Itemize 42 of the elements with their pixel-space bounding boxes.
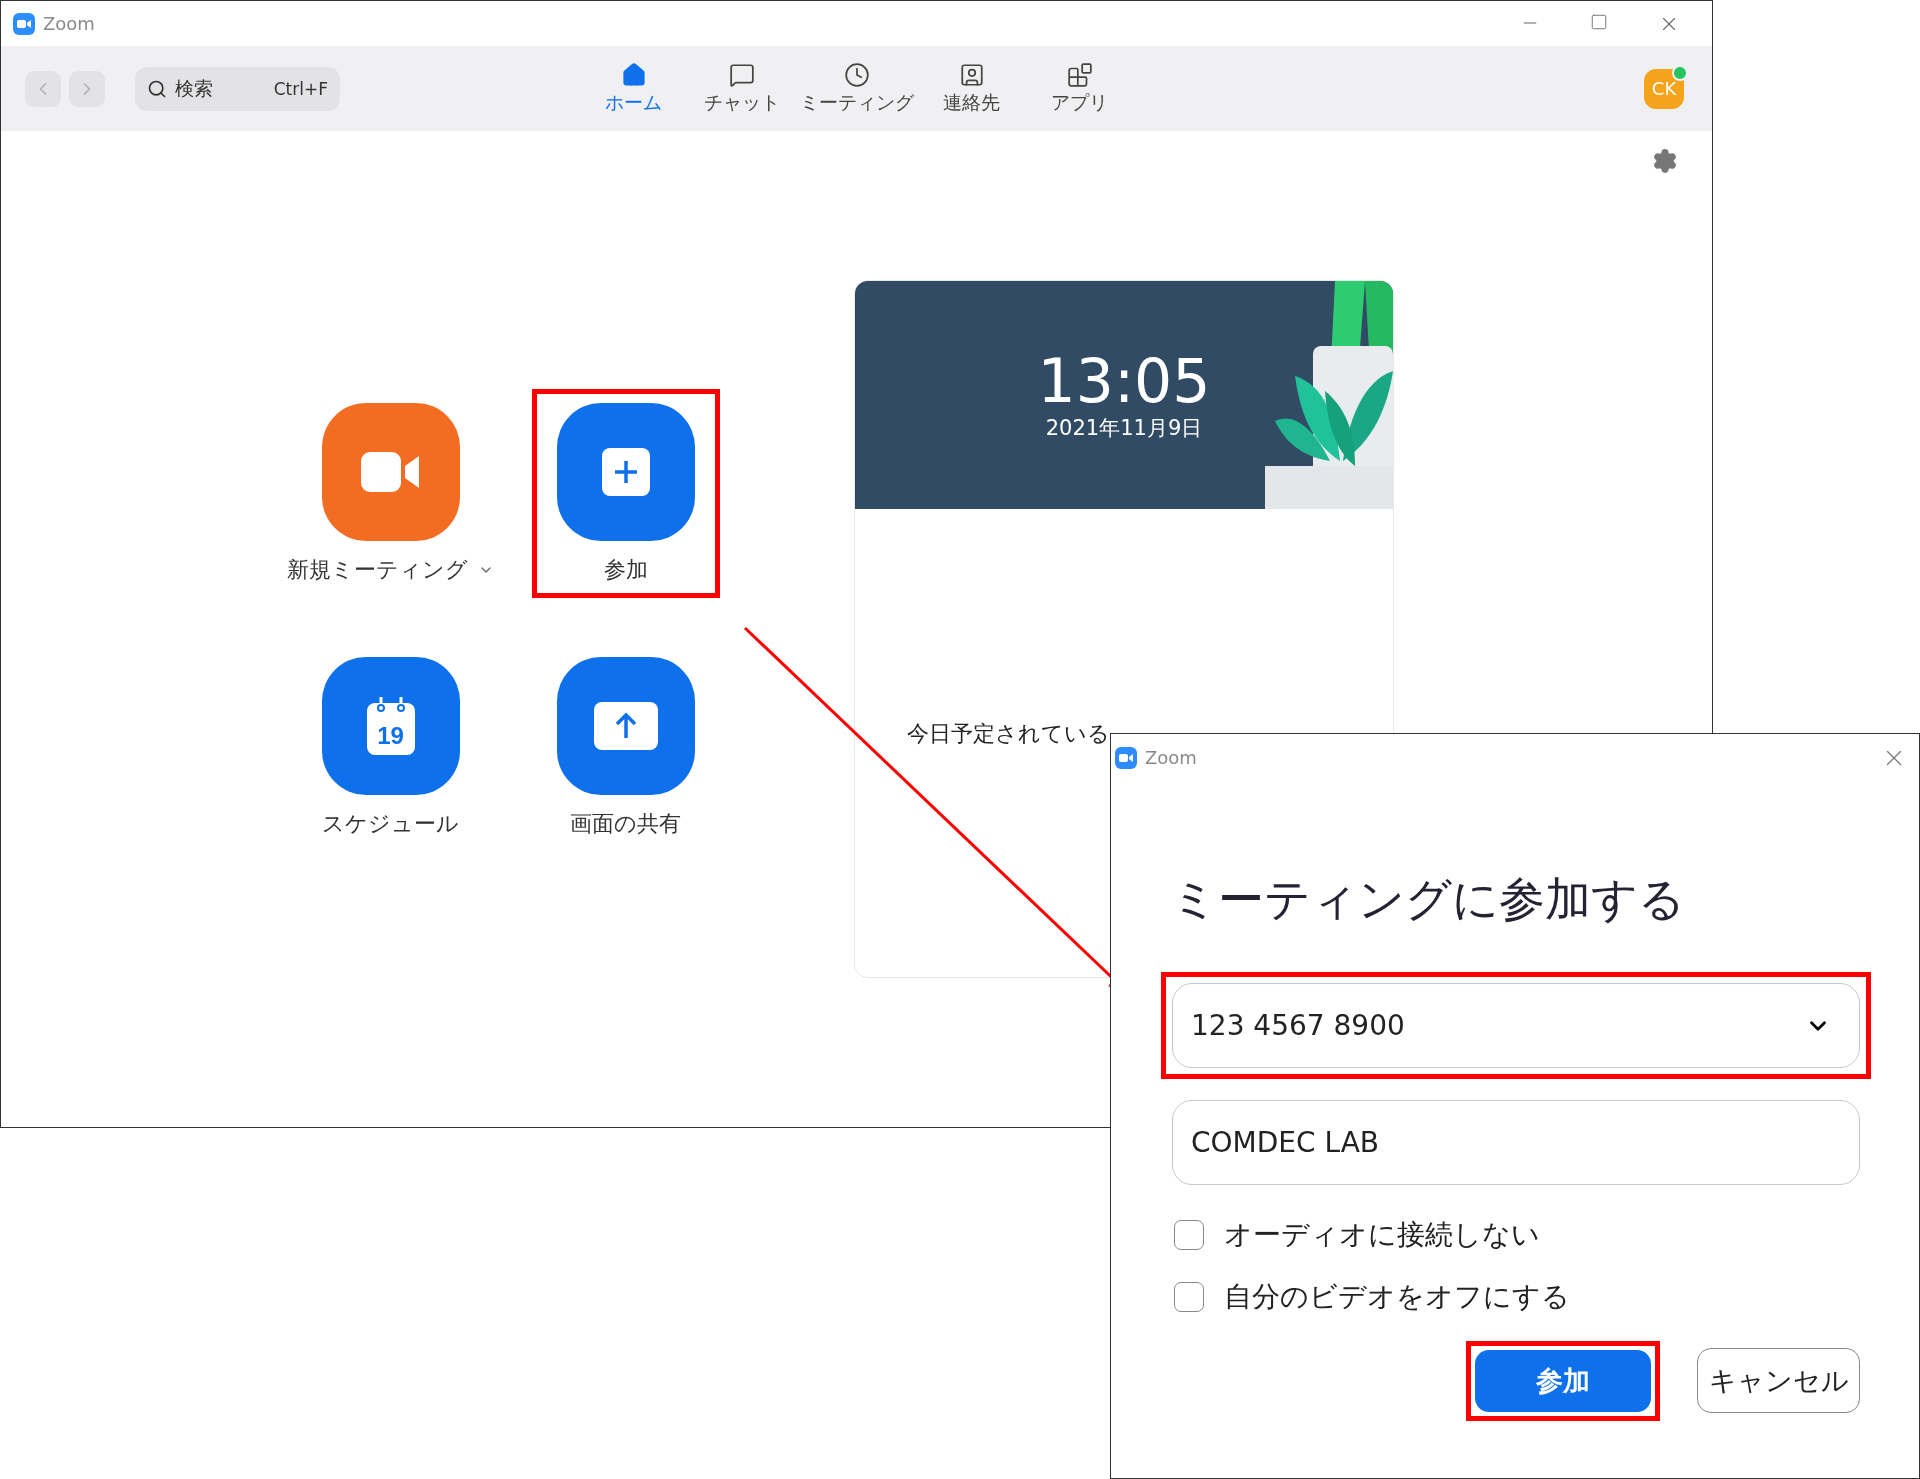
checkbox-label: オーディオに接続しない bbox=[1224, 1217, 1540, 1253]
apps-icon bbox=[1066, 61, 1093, 88]
clock-date: 2021年11月9日 bbox=[1045, 415, 1203, 442]
chat-icon bbox=[728, 61, 755, 88]
shortcut-hint: Ctrl+F bbox=[273, 78, 328, 99]
nav-tab[interactable]: チャット bbox=[691, 61, 792, 116]
join-button[interactable]: 参加 bbox=[1475, 1349, 1651, 1412]
checkbox[interactable] bbox=[1174, 1220, 1204, 1250]
checkbox-label: 自分のビデオをオフにする bbox=[1224, 1279, 1570, 1315]
search-icon bbox=[147, 78, 167, 99]
action-tile-button[interactable]: 19 bbox=[321, 657, 460, 795]
clock-icon bbox=[843, 61, 870, 88]
search-placeholder: 検索 bbox=[175, 75, 213, 101]
camera-logo-icon bbox=[13, 12, 35, 35]
action-label: 新規ミーティング bbox=[287, 556, 468, 584]
settings-icon[interactable] bbox=[1652, 148, 1678, 174]
nav-tab[interactable]: ミーティング bbox=[799, 61, 914, 116]
action-tile-button[interactable] bbox=[321, 403, 460, 541]
action-label: 画面の共有 bbox=[570, 810, 681, 838]
no-meetings-message: 今日予定されている bbox=[907, 720, 1111, 748]
dialog-title: Zoom bbox=[1145, 747, 1197, 768]
action-tile-button[interactable] bbox=[556, 403, 695, 541]
plus-icon bbox=[601, 448, 650, 496]
cancel-button[interactable]: キャンセル bbox=[1697, 1348, 1860, 1413]
clock-time: 13:05 bbox=[1037, 348, 1211, 414]
home-icon bbox=[620, 61, 647, 88]
nav-tab[interactable]: ホーム bbox=[583, 61, 684, 116]
action-label: スケジュール bbox=[322, 810, 459, 838]
checkbox[interactable] bbox=[1174, 1282, 1204, 1312]
nav-tab[interactable]: アプリ bbox=[1029, 61, 1130, 116]
contact-icon bbox=[958, 61, 985, 88]
action-label: 参加 bbox=[603, 556, 648, 584]
meeting-id-dropdown[interactable]: 123 4567 8900 bbox=[1172, 983, 1860, 1068]
dialog-heading: ミーティングに参加する bbox=[1171, 871, 1686, 928]
video-camera-icon bbox=[360, 452, 421, 492]
camera-logo-icon bbox=[1115, 746, 1137, 769]
window-title: Zoom bbox=[43, 13, 95, 34]
nav-tab[interactable]: 連絡先 bbox=[921, 61, 1022, 116]
maximize-icon[interactable] bbox=[1590, 12, 1608, 31]
search-field[interactable]: 検索 Ctrl+F bbox=[135, 66, 340, 111]
action-tile-button[interactable] bbox=[556, 657, 695, 795]
name-input-field[interactable]: COMDEC LAB bbox=[1172, 1100, 1860, 1185]
